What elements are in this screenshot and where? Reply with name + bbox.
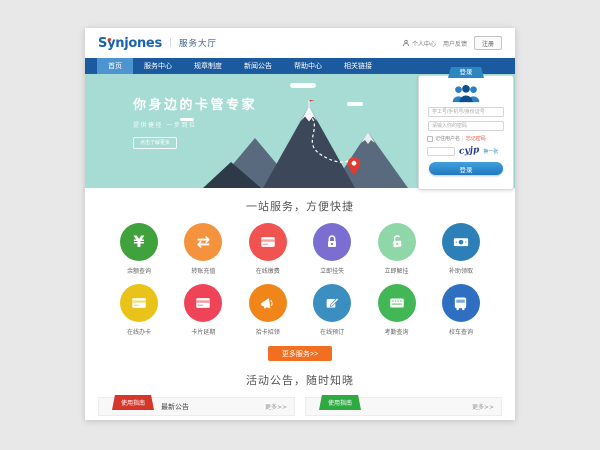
service-label: 校车查询	[435, 327, 487, 336]
usage-guide-badge-red[interactable]: 使用指南	[112, 395, 154, 410]
captcha-input[interactable]	[427, 147, 455, 156]
personal-center-label: 个人中心	[412, 39, 436, 48]
login-button[interactable]: 登录	[429, 162, 503, 175]
site-page: Synjones | 服务大厅 个人中心 用户反馈 注册 首页 服务中心 规章制…	[85, 28, 515, 420]
nav-item-news[interactable]: 新闻公告	[233, 58, 283, 74]
edit-icon	[313, 284, 351, 322]
forgot-password-link[interactable]: 忘记密码	[466, 135, 486, 142]
captcha-refresh-link[interactable]: 换一张	[483, 148, 498, 155]
service-item-school-bus[interactable]: 校车查询	[435, 284, 487, 336]
service-item-subsidy[interactable]: 补助领取	[435, 223, 487, 275]
service-label: 考勤查询	[371, 327, 423, 336]
more-link[interactable]: 更多>>	[472, 402, 494, 411]
bus-icon	[442, 284, 480, 322]
service-item-attendance[interactable]: 考勤查询	[371, 284, 423, 336]
more-link[interactable]: 更多>>	[265, 402, 287, 411]
personal-center-link[interactable]: 个人中心	[402, 39, 436, 48]
username-input[interactable]	[428, 107, 504, 117]
captcha-image[interactable]: cyjp	[459, 145, 480, 156]
user-feedback-label: 用户反馈	[443, 39, 467, 48]
service-item-online-booking[interactable]: 在线预订	[306, 284, 358, 336]
nav-item-help-center[interactable]: 帮助中心	[283, 58, 333, 74]
service-item-report-loss[interactable]: 立即挂失	[306, 223, 358, 275]
login-panel: 登录 记住用户名 | 忘记密码 cyjp 换一张 登录	[418, 75, 514, 190]
service-label: 在线办卡	[113, 327, 165, 336]
service-item-card-renewal[interactable]: 卡片延期	[177, 284, 229, 336]
service-label: 立即解挂	[371, 266, 423, 275]
announcements-strip: 使用指南 最新公告 更多>> 使用指南 更多>>	[85, 397, 515, 416]
service-item-unlock[interactable]: 立即解挂	[371, 223, 423, 275]
service-label: 立即挂失	[306, 266, 358, 275]
lock-icon	[313, 223, 351, 261]
attendance-icon	[378, 284, 416, 322]
services-row-1: ¥ 余额查询 ⇄ 转账充值 在线缴费 立即挂失 立即解挂	[85, 223, 515, 275]
services-row-2: 在线办卡 卡片延期 拾卡招领 在线预订 考勤查询	[85, 284, 515, 336]
nav-item-related-links[interactable]: 相关链接	[333, 58, 383, 74]
login-tab[interactable]: 登录	[448, 67, 484, 78]
person-icon	[402, 39, 410, 47]
announcement-panel-left: 使用指南 最新公告 更多>>	[98, 397, 295, 416]
nav-item-home[interactable]: 首页	[97, 58, 133, 74]
service-label: 卡片延期	[177, 327, 229, 336]
bank-card-icon	[249, 223, 287, 261]
usage-guide-badge-green[interactable]: 使用指南	[319, 395, 361, 410]
transfer-icon: ⇄	[184, 223, 222, 261]
hero-subtitle: 提供捷径 一步到位	[133, 120, 257, 129]
cloud-shape	[290, 83, 316, 88]
users-icon	[449, 83, 483, 103]
service-label: 转账充值	[177, 266, 229, 275]
password-input[interactable]	[428, 121, 504, 131]
more-services-button[interactable]: 更多服务>>	[268, 346, 332, 361]
service-label: 补助领取	[435, 266, 487, 275]
announcement-panel-right: 使用指南 更多>>	[305, 397, 502, 416]
service-label: 余额查询	[113, 266, 165, 275]
service-item-balance[interactable]: ¥ 余额查询	[113, 223, 165, 275]
banknote-icon	[442, 223, 480, 261]
bank-card-icon	[184, 284, 222, 322]
announcements-section-title: 活动公告，随时知晓	[85, 372, 515, 388]
service-item-apply-card[interactable]: 在线办卡	[113, 284, 165, 336]
synjones-logo: Synjones	[98, 36, 162, 51]
latest-announcements-tab[interactable]: 最新公告	[161, 402, 189, 412]
yuan-icon: ¥	[120, 223, 158, 261]
unlock-icon	[378, 223, 416, 261]
nav-item-rules[interactable]: 规章制度	[183, 58, 233, 74]
service-label: 在线缴费	[242, 266, 294, 275]
service-label: 在线预订	[306, 327, 358, 336]
service-item-transfer[interactable]: ⇄ 转账充值	[177, 223, 229, 275]
megaphone-icon	[249, 284, 287, 322]
header: Synjones | 服务大厅 个人中心 用户反馈 注册	[85, 28, 515, 58]
hero-cta-button[interactable]: 点击了解更多	[133, 137, 177, 149]
remember-label[interactable]: 记住用户名	[435, 135, 460, 142]
site-title: 服务大厅	[179, 37, 217, 49]
hero-title: 你身边的卡管专家	[133, 94, 257, 113]
service-label: 拾卡招领	[242, 327, 294, 336]
register-button[interactable]: 注册	[474, 36, 502, 50]
remember-checkbox[interactable]	[427, 136, 433, 142]
user-feedback-link[interactable]: 用户反馈	[443, 39, 467, 48]
nav-item-service-center[interactable]: 服务中心	[133, 58, 183, 74]
service-item-found-card[interactable]: 拾卡招领	[242, 284, 294, 336]
logo-divider: |	[169, 38, 172, 48]
services-section-title: 一站服务，方便快捷	[85, 198, 515, 214]
bank-card-icon	[120, 284, 158, 322]
divider: |	[462, 136, 464, 142]
service-item-online-payment[interactable]: 在线缴费	[242, 223, 294, 275]
